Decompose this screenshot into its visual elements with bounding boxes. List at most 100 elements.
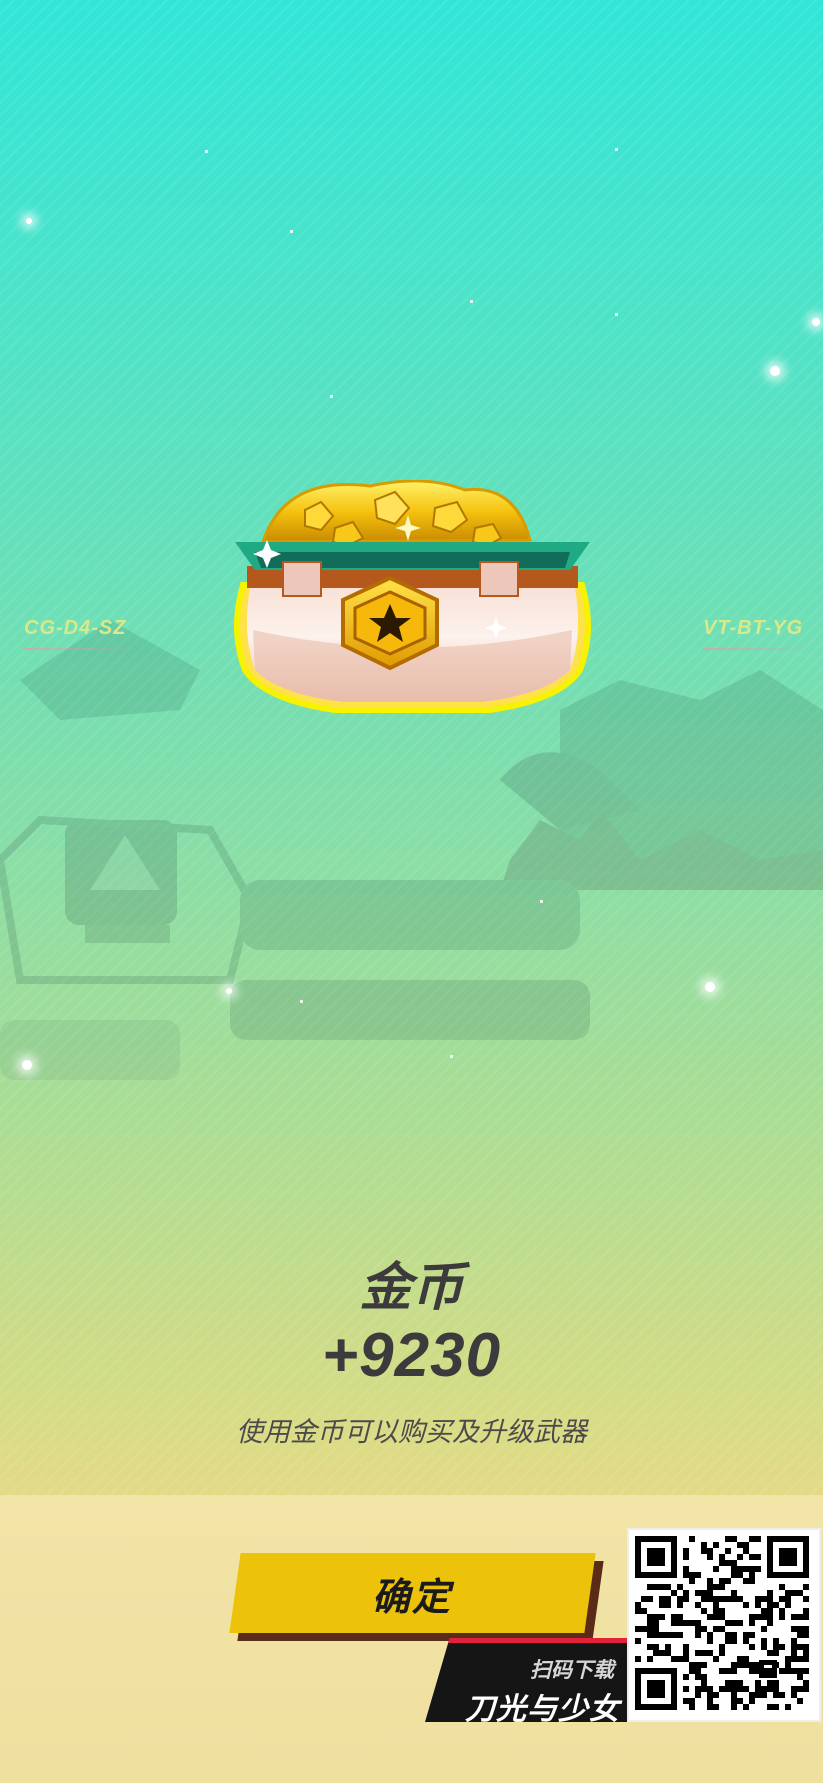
qr-module (695, 1692, 701, 1698)
qr-module (803, 1668, 809, 1674)
qr-module (725, 1548, 731, 1554)
qr-module (791, 1656, 797, 1662)
qr-module (707, 1578, 713, 1584)
qr-module (707, 1698, 713, 1704)
qr-module (719, 1626, 725, 1632)
qr-module (743, 1542, 749, 1548)
qr-module (665, 1650, 671, 1656)
qr-module (761, 1686, 767, 1692)
qr-module (797, 1590, 803, 1596)
qr-module (737, 1662, 743, 1668)
qr-module (797, 1686, 803, 1692)
dust-particle (450, 1055, 453, 1058)
qr-module (671, 1656, 677, 1662)
qr-module (791, 1686, 797, 1692)
qr-module (731, 1686, 737, 1692)
qr-module (785, 1704, 791, 1710)
qr-module (737, 1596, 743, 1602)
qr-module (737, 1572, 743, 1578)
qr-module (677, 1602, 683, 1608)
qr-module (773, 1650, 779, 1656)
qr-module (731, 1572, 737, 1578)
qr-module (803, 1644, 809, 1650)
qr-module (695, 1674, 701, 1680)
qr-module (641, 1626, 647, 1632)
qr-module (653, 1644, 659, 1650)
qr-module (767, 1668, 773, 1674)
qr-code-icon[interactable] (627, 1528, 821, 1722)
qr-module (701, 1542, 707, 1548)
dust-particle (615, 148, 618, 151)
qr-module (743, 1632, 749, 1638)
qr-module (653, 1620, 659, 1626)
qr-module (701, 1596, 707, 1602)
qr-module (677, 1656, 683, 1662)
qr-module (647, 1596, 653, 1602)
qr-module (719, 1554, 725, 1560)
qr-module (755, 1554, 761, 1560)
qr-module (713, 1584, 719, 1590)
qr-module (713, 1602, 719, 1608)
qr-module (803, 1596, 809, 1602)
qr-module (761, 1668, 767, 1674)
qr-module (695, 1626, 701, 1632)
dust-particle (615, 313, 618, 316)
qr-module (791, 1626, 797, 1632)
qr-module (785, 1656, 791, 1662)
qr-module (647, 1614, 653, 1620)
qr-module (749, 1620, 755, 1626)
qr-module (707, 1692, 713, 1698)
qr-module (797, 1698, 803, 1704)
qr-module (701, 1686, 707, 1692)
qr-module (749, 1566, 755, 1572)
qr-module (749, 1536, 755, 1542)
qr-module (761, 1644, 767, 1650)
qr-module (761, 1638, 767, 1644)
qr-module (683, 1566, 689, 1572)
qr-module (683, 1674, 689, 1680)
qr-module (749, 1572, 755, 1578)
qr-module (755, 1596, 761, 1602)
qr-module (803, 1686, 809, 1692)
qr-module (677, 1614, 683, 1620)
confirm-button-face[interactable]: 确定 (229, 1553, 596, 1633)
gold-coin-pot-icon (234, 480, 591, 713)
qr-module (641, 1596, 647, 1602)
qr-module (779, 1608, 785, 1614)
qr-module (719, 1644, 725, 1650)
qr-module (683, 1572, 689, 1578)
qr-module (797, 1614, 803, 1620)
qr-module (707, 1548, 713, 1554)
qr-module (779, 1692, 785, 1698)
qr-module (791, 1692, 797, 1698)
qr-code-pattern (635, 1536, 809, 1710)
qr-module (737, 1620, 743, 1626)
qr-module (767, 1650, 773, 1656)
confirm-button[interactable]: 确定 (229, 1553, 604, 1641)
qr-module (725, 1578, 731, 1584)
qr-module (785, 1596, 791, 1602)
qr-module (773, 1692, 779, 1698)
qr-module (689, 1536, 695, 1542)
qr-module (791, 1644, 797, 1650)
qr-module (695, 1668, 701, 1674)
qr-module (653, 1626, 659, 1632)
sparkle (22, 1060, 32, 1070)
qr-module (659, 1596, 665, 1602)
qr-module (755, 1692, 761, 1698)
qr-module (767, 1614, 773, 1620)
qr-module (719, 1650, 725, 1656)
qr-module (701, 1650, 707, 1656)
qr-module (647, 1632, 653, 1638)
qr-module (755, 1662, 761, 1668)
qr-module (683, 1698, 689, 1704)
qr-module (749, 1698, 755, 1704)
qr-module (659, 1632, 665, 1638)
qr-module (701, 1674, 707, 1680)
qr-module (677, 1584, 683, 1590)
qr-module (725, 1686, 731, 1692)
qr-module (719, 1686, 725, 1692)
dust-particle (470, 300, 473, 303)
qr-module (647, 1626, 653, 1632)
qr-module (773, 1638, 779, 1644)
